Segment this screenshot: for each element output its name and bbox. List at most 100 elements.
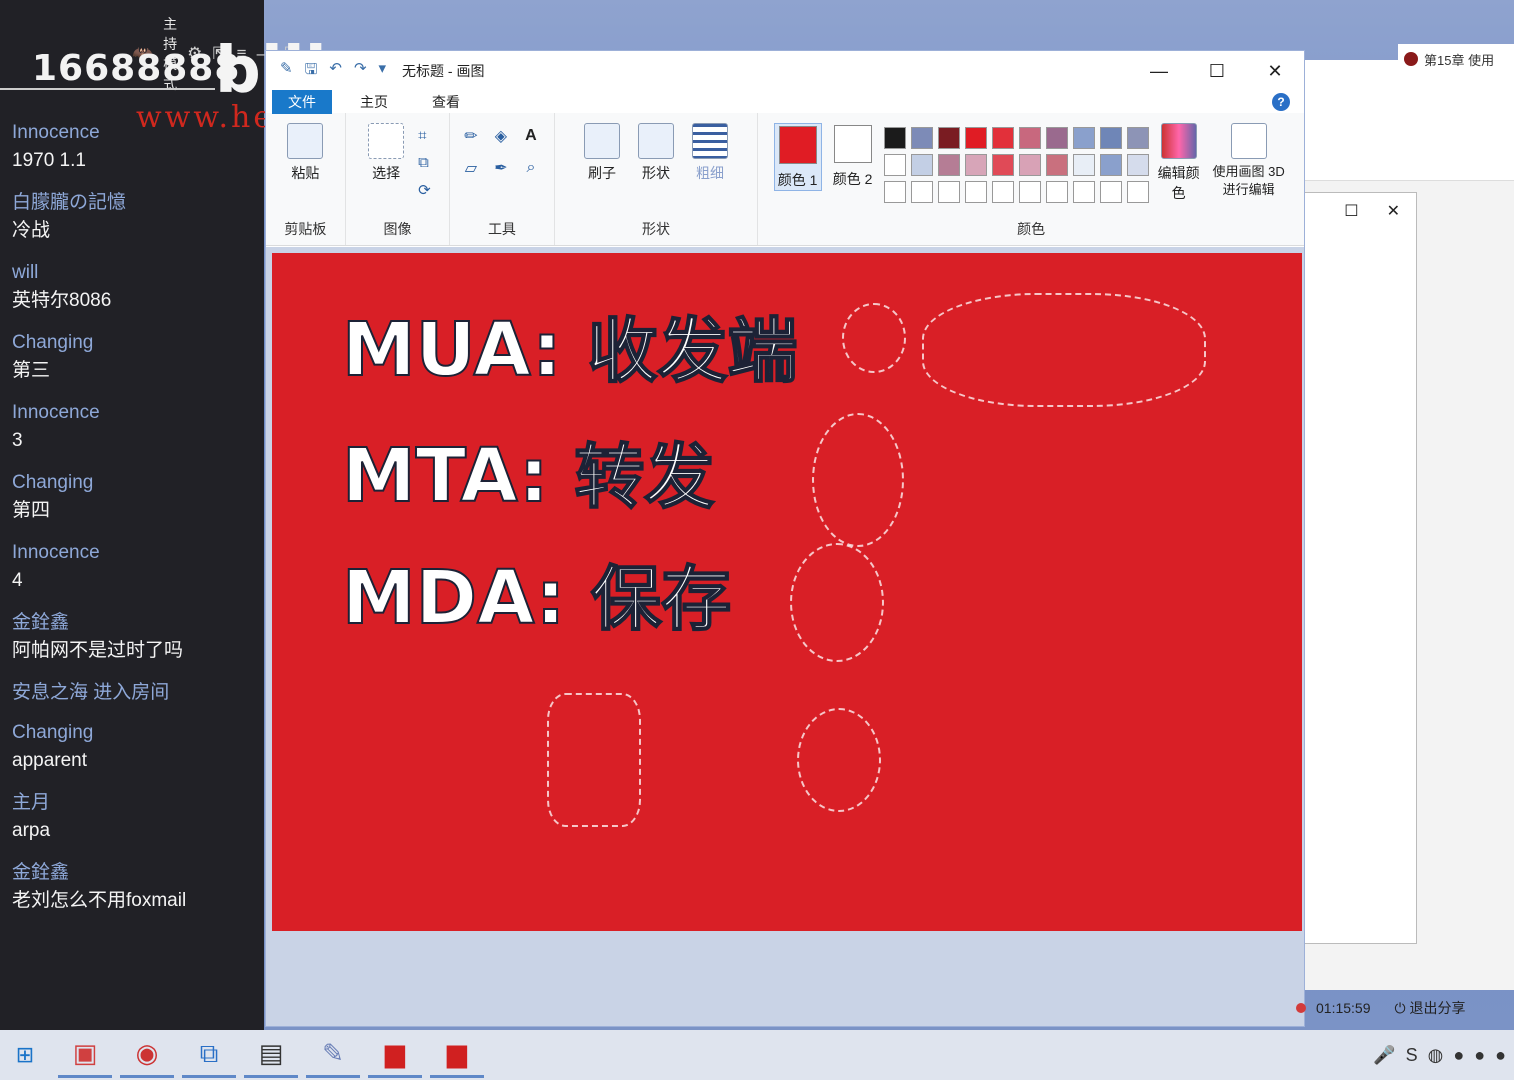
microphone-icon[interactable]: 🎤	[1373, 1045, 1395, 1066]
qq-icon[interactable]: ●	[1453, 1045, 1464, 1066]
select-button[interactable]: 选择	[364, 123, 408, 183]
palette-swatch[interactable]	[1099, 127, 1122, 149]
chat-username[interactable]: Changing	[12, 470, 257, 496]
tray-app-icon[interactable]: S	[1406, 1045, 1418, 1066]
size-button[interactable]: 粗细	[688, 123, 732, 183]
palette-swatch-empty[interactable]	[883, 181, 906, 203]
chat-username[interactable]: 金銓鑫	[12, 610, 257, 636]
color1-button[interactable]: 颜色 1	[773, 123, 822, 191]
chat-username[interactable]: 安息之海 进入房间	[12, 680, 257, 706]
size-icon	[691, 123, 728, 159]
close-icon[interactable]: ✕	[1387, 201, 1400, 221]
background-tab[interactable]: 第15章 使用	[1398, 44, 1514, 74]
palette-swatch[interactable]	[937, 154, 960, 176]
redo-icon[interactable]: ↷	[354, 59, 367, 84]
close-button[interactable]: ✕	[1246, 51, 1304, 91]
palette-swatch[interactable]	[964, 127, 987, 149]
palette-swatch-empty[interactable]	[1018, 181, 1041, 203]
paste-button[interactable]: 粘贴	[283, 123, 327, 183]
color-picker-icon[interactable]: ✒	[490, 157, 512, 179]
shapes-button[interactable]: 形状	[634, 123, 678, 183]
paint-window: ✎ 🖫 ↶ ↷ ▾ 无标题 - 画图 — ☐ ✕ 文件 主页 查看 ? 粘贴 剪…	[265, 50, 1305, 1027]
taskbar-app-paint-icon[interactable]: ✎	[306, 1032, 360, 1078]
palette-swatch[interactable]	[1126, 154, 1149, 176]
palette-swatch[interactable]	[1018, 154, 1041, 176]
palette-swatch-empty[interactable]	[910, 181, 933, 203]
paint3d-button[interactable]: 使用画图 3D 进行编辑	[1209, 123, 1289, 199]
group-label-shapes: 形状	[641, 221, 670, 237]
palette-swatch-empty[interactable]	[1099, 181, 1122, 203]
palette-swatch[interactable]	[1099, 154, 1122, 176]
palette-swatch[interactable]	[910, 127, 933, 149]
eraser-icon[interactable]: ▱	[460, 157, 482, 179]
palette-swatch[interactable]	[1018, 127, 1041, 149]
qq-icon[interactable]: ●	[1495, 1045, 1506, 1066]
exit-share-button[interactable]: ⏻ 退出分享	[1395, 998, 1466, 1018]
line-cn: 保存	[590, 557, 732, 641]
palette-swatch-empty[interactable]	[1045, 181, 1068, 203]
tab-view[interactable]: 查看	[416, 90, 476, 114]
drawing-canvas[interactable]: MUA: 收发端 MTA: 转发 MDA: 保存	[272, 253, 1302, 931]
palette-swatch-empty[interactable]	[937, 181, 960, 203]
text-icon[interactable]: A	[520, 125, 542, 147]
magnifier-icon[interactable]: ⌕	[520, 157, 542, 179]
save-icon[interactable]: 🖫	[305, 59, 318, 84]
palette-swatch[interactable]	[1045, 154, 1068, 176]
chat-username[interactable]: Changing	[12, 720, 257, 746]
palette-swatch[interactable]	[1045, 127, 1068, 149]
color2-button[interactable]: 颜色 2	[830, 123, 876, 189]
palette-swatch[interactable]	[937, 127, 960, 149]
palette-swatch[interactable]	[1072, 127, 1095, 149]
taskbar-app-red-icon[interactable]: ▆	[430, 1032, 484, 1078]
chat-username[interactable]: 白朦朧の記憶	[12, 190, 257, 216]
taskbar-app-monitor-icon[interactable]: ▤	[244, 1032, 298, 1078]
taskbar-app-red-icon[interactable]: ▆	[368, 1032, 422, 1078]
palette-swatch[interactable]	[1126, 127, 1149, 149]
chat-username[interactable]: 金銓鑫	[12, 860, 257, 886]
minimize-button[interactable]: —	[1130, 51, 1188, 91]
windows-start-icon[interactable]: ⊞	[0, 1030, 50, 1080]
palette-swatch-empty[interactable]	[1072, 181, 1095, 203]
tray-app-icon[interactable]: ◍	[1428, 1045, 1444, 1066]
taskbar-app-browser-icon[interactable]: ◉	[120, 1032, 174, 1078]
rotate-icon[interactable]: ⟳	[418, 181, 431, 199]
taskbar-app-file-explorer-icon[interactable]: ▣	[58, 1032, 112, 1078]
palette-swatch[interactable]	[883, 154, 906, 176]
palette-swatch[interactable]	[964, 154, 987, 176]
chat-username[interactable]: Changing	[12, 330, 257, 356]
palette-swatch[interactable]	[991, 127, 1014, 149]
palette-swatch[interactable]	[991, 154, 1014, 176]
customize-dropdown-icon[interactable]: ▾	[379, 59, 387, 84]
chat-username[interactable]: Innocence	[12, 540, 257, 566]
chat-text: 第四	[12, 500, 51, 521]
palette-swatch[interactable]	[883, 127, 906, 149]
chat-text: 4	[12, 570, 23, 591]
palette-swatch-empty[interactable]	[1126, 181, 1149, 203]
window-title: 无标题 - 画图	[402, 63, 485, 79]
maximize-icon[interactable]: ☐	[1344, 201, 1358, 221]
help-icon[interactable]: ?	[1272, 93, 1290, 111]
tab-file[interactable]: 文件	[272, 90, 332, 114]
palette-swatch-empty[interactable]	[991, 181, 1014, 203]
crop-icon[interactable]: ⌗	[418, 127, 431, 144]
brush-button[interactable]: 刷子	[580, 123, 624, 183]
fill-icon[interactable]: ◈	[490, 125, 512, 147]
tab-home[interactable]: 主页	[344, 90, 404, 114]
record-dot-icon	[1296, 1003, 1306, 1013]
taskbar-app-remote-icon[interactable]: ⧉	[182, 1032, 236, 1078]
palette-swatch[interactable]	[1072, 154, 1095, 176]
chat-username[interactable]: Innocence	[12, 400, 257, 426]
maximize-button[interactable]: ☐	[1188, 51, 1246, 91]
palette-swatch[interactable]	[910, 154, 933, 176]
chat-message: Changing 第三	[12, 330, 257, 386]
chat-username[interactable]: will	[12, 260, 257, 286]
chat-username[interactable]: Innocence	[12, 120, 257, 146]
qq-icon[interactable]: ●	[1474, 1045, 1485, 1066]
undo-icon[interactable]: ↶	[329, 59, 342, 84]
resize-icon[interactable]: ⧉	[418, 154, 431, 171]
palette-swatch-empty[interactable]	[964, 181, 987, 203]
chat-username[interactable]: 主月	[12, 790, 257, 816]
edit-colors-button[interactable]: 编辑颜色	[1157, 123, 1201, 203]
color1-label: 颜色 1	[777, 172, 818, 188]
pencil-icon[interactable]: ✏	[460, 125, 482, 147]
